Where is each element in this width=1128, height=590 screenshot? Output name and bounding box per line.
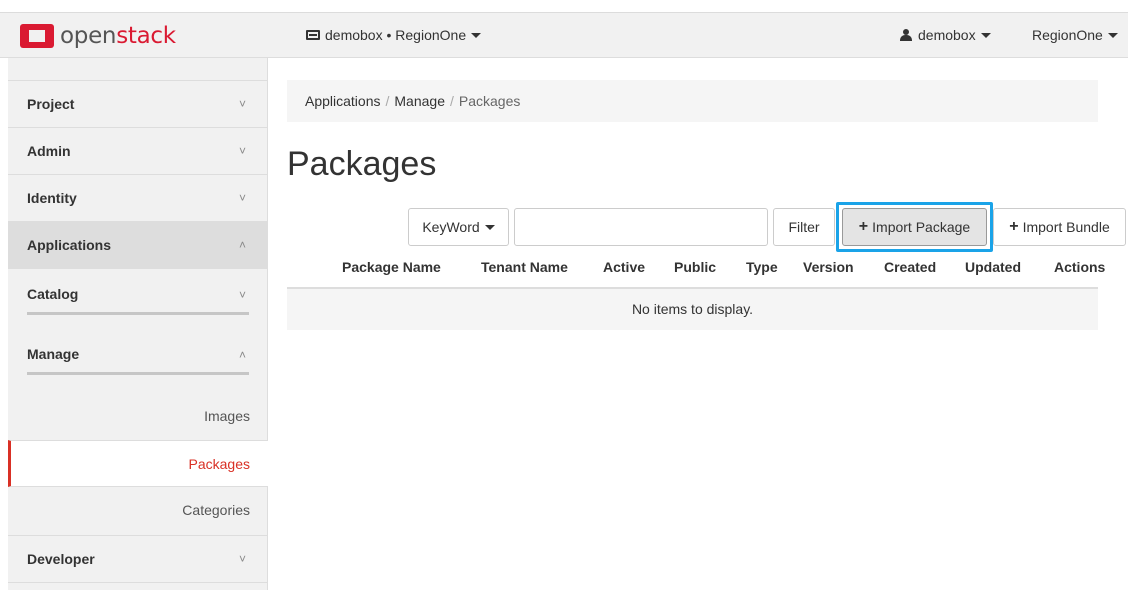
import-bundle-label: Import Bundle [1022,219,1110,235]
breadcrumb-current: Packages [458,93,521,109]
sidebar-item-packages[interactable]: Packages [8,440,268,487]
page-title: Packages [287,145,437,183]
sidebar-item-admin[interactable]: Admin ˅ [8,128,268,175]
column-header-public[interactable]: Public [674,259,716,275]
brand-name: openstack [60,23,176,49]
breadcrumb: Applications / Manage / Packages [287,80,1098,122]
region-dropdown[interactable]: RegionOne [1032,27,1118,43]
column-header-tenant-name[interactable]: Tenant Name [481,259,568,275]
plus-icon: + [1009,218,1019,235]
sidebar-item-categories[interactable]: Categories [8,487,268,534]
sidebar-item-label: Admin [27,143,71,159]
sidebar-item-manage[interactable]: Manage ˄ [8,330,268,388]
filter-button[interactable]: Filter [773,208,835,246]
top-navbar: openstack demobox • RegionOne demobox Re… [0,12,1128,58]
column-header-active[interactable]: Active [603,259,645,275]
project-context-icon [306,30,320,40]
column-header-updated[interactable]: Updated [965,259,1021,275]
sidebar-item-applications[interactable]: Applications ˄ [8,222,268,269]
empty-table-message: No items to display. [287,289,1098,330]
chevron-down-icon: ˅ [238,191,246,205]
sidebar-item-label: Applications [27,237,112,253]
import-package-label: Import Package [872,219,971,235]
openstack-logo[interactable]: openstack [20,23,176,49]
caret-down-icon [471,32,482,38]
user-icon [900,29,912,41]
chevron-down-icon: ˅ [238,288,246,302]
column-header-actions: Actions [1054,259,1106,275]
sidebar-divider [27,312,249,315]
region-label: RegionOne [1032,27,1103,43]
column-header-type[interactable]: Type [746,259,778,275]
sidebar-item-label: Project [27,96,75,112]
sidebar-item-developer[interactable]: Developer ˅ [8,536,268,583]
sidebar-item-label: Developer [27,551,95,567]
chevron-up-icon: ˄ [238,238,246,252]
sidebar-divider [27,372,249,375]
user-name: demobox [918,27,976,43]
sidebar-item-project[interactable]: Project ˅ [8,81,268,128]
caret-down-icon [980,32,991,38]
plus-icon: + [858,218,869,235]
chevron-down-icon: ˅ [238,144,246,158]
breadcrumb-separator: / [385,93,390,109]
caret-down-icon [484,224,495,230]
import-package-button[interactable]: + Import Package [842,208,987,246]
sidebar-item-label: Identity [27,190,77,206]
chevron-up-icon: ˄ [238,348,246,362]
keyword-filter-label: KeyWord [422,219,480,235]
project-context-label: demobox • RegionOne [325,27,467,43]
breadcrumb-manage[interactable]: Manage [394,93,445,109]
sidebar-item-label: Manage [27,346,80,362]
sidebar-item-catalog[interactable]: Catalog ˅ [8,270,268,328]
keyword-filter-dropdown[interactable]: KeyWord [408,208,509,246]
sidebar-item-label: Catalog [27,286,79,302]
column-header-version[interactable]: Version [803,259,854,275]
import-bundle-button[interactable]: + Import Bundle [993,208,1126,246]
column-header-created[interactable]: Created [884,259,936,275]
openstack-logo-icon [20,24,54,48]
sidebar-item-images[interactable]: Images [8,393,268,440]
project-context-dropdown[interactable]: demobox • RegionOne [306,27,482,43]
chevron-down-icon: ˅ [238,97,246,111]
chevron-down-icon: ˅ [238,552,246,566]
column-header-package-name[interactable]: Package Name [342,259,441,275]
breadcrumb-applications[interactable]: Applications [305,93,381,109]
user-menu-dropdown[interactable]: demobox [900,27,991,43]
breadcrumb-separator: / [449,93,454,109]
caret-down-icon [1107,32,1118,38]
sidebar-item-identity[interactable]: Identity ˅ [8,175,268,222]
search-input[interactable] [514,208,768,246]
sidebar: Project ˅ Admin ˅ Identity ˅ Application… [8,58,268,590]
